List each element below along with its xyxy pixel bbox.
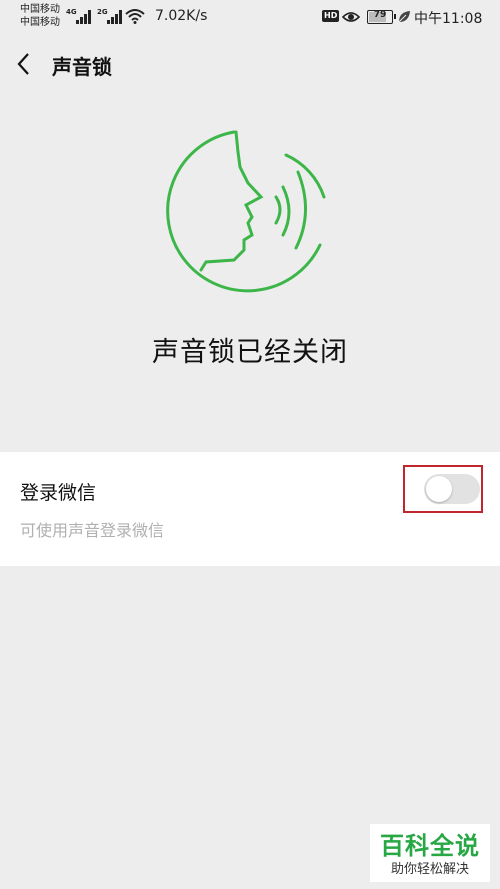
toggle-knob [426,476,452,502]
leaf-icon [398,11,410,23]
voice-login-setting: 登录微信 可使用声音登录微信 [0,452,500,566]
battery-icon: 79 [367,10,396,24]
signal-icon [107,10,123,24]
carrier-names: 中国移动 中国移动 [20,3,60,29]
network-speed: 7.02K/s [155,8,208,24]
watermark-title: 百科全说 [380,832,480,860]
voice-login-toggle[interactable] [424,474,480,504]
setting-description: 可使用声音登录微信 [20,521,165,540]
wifi-icon [125,9,145,24]
setting-title: 登录微信 [20,482,97,504]
watermark-logo: 百科全说 助你轻松解决 [370,824,490,882]
signal-icon [76,10,92,24]
clock: 中午11:08 [414,11,483,27]
carrier-2: 中国移动 [20,17,60,28]
status-bar: 中国移动 中国移动 4G 2G 7.02K/s HD 79 中午11:08 [0,0,500,34]
lock-status-text: 声音锁已经关闭 [152,337,348,368]
page-title: 声音锁 [52,55,112,79]
chevron-left-icon[interactable] [16,52,30,76]
battery-level: 79 [373,10,387,20]
hd-badge: HD [322,10,340,22]
voice-face-icon [166,130,326,293]
carrier-1: 中国移动 [20,4,60,15]
eye-icon [342,12,360,22]
navigation-bar: 声音锁 [0,34,500,94]
watermark-subtitle: 助你轻松解决 [390,862,469,877]
